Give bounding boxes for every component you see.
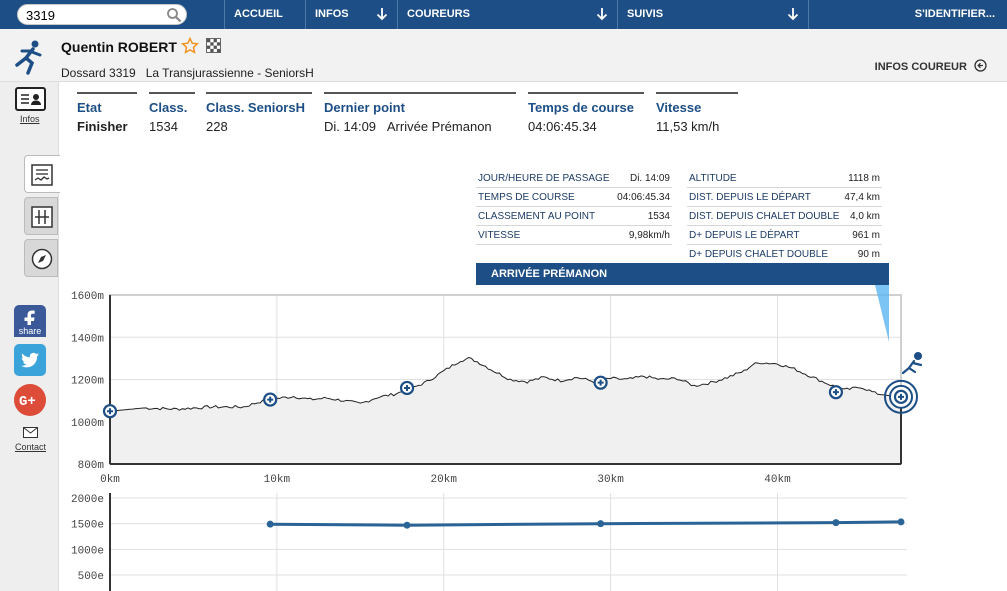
rank-y-tick-label: 500e — [78, 571, 104, 583]
profile-x-tick-label: 40km — [764, 474, 791, 486]
rank-point — [403, 521, 411, 529]
runner-body — [901, 359, 923, 375]
profile-y-tick-label: 1400m — [71, 333, 104, 345]
runner-head — [914, 352, 922, 360]
profile-y-tick-label: 1000m — [71, 418, 104, 430]
profile-y-tick-label: 1200m — [71, 376, 104, 388]
selection-pointer — [875, 285, 889, 342]
profile-x-tick-label: 30km — [597, 474, 624, 486]
rank-point — [597, 520, 605, 528]
rank-point — [897, 518, 905, 526]
runner-position-icon — [901, 352, 923, 375]
rank-y-tick-label: 1500e — [71, 520, 104, 532]
rank-point — [832, 519, 840, 527]
rank-point — [266, 520, 274, 528]
rank-series-line — [270, 520, 902, 527]
profile-x-tick-label: 10km — [264, 474, 291, 486]
rank-y-tick-label: 1000e — [71, 545, 104, 557]
profile-y-tick-label: 1600m — [71, 291, 104, 303]
rank-y-tick-label: 2000e — [71, 494, 104, 506]
profile-x-tick-label: 20km — [431, 474, 458, 486]
profile-x-tick-label: 0km — [100, 474, 120, 486]
profile-y-tick-label: 800m — [78, 460, 105, 472]
elevation-charts: 1600m 1400m 1200m 1000m 800m 0km 10km 20km 30km 4… — [71, 285, 923, 591]
elevation-area — [110, 357, 901, 464]
